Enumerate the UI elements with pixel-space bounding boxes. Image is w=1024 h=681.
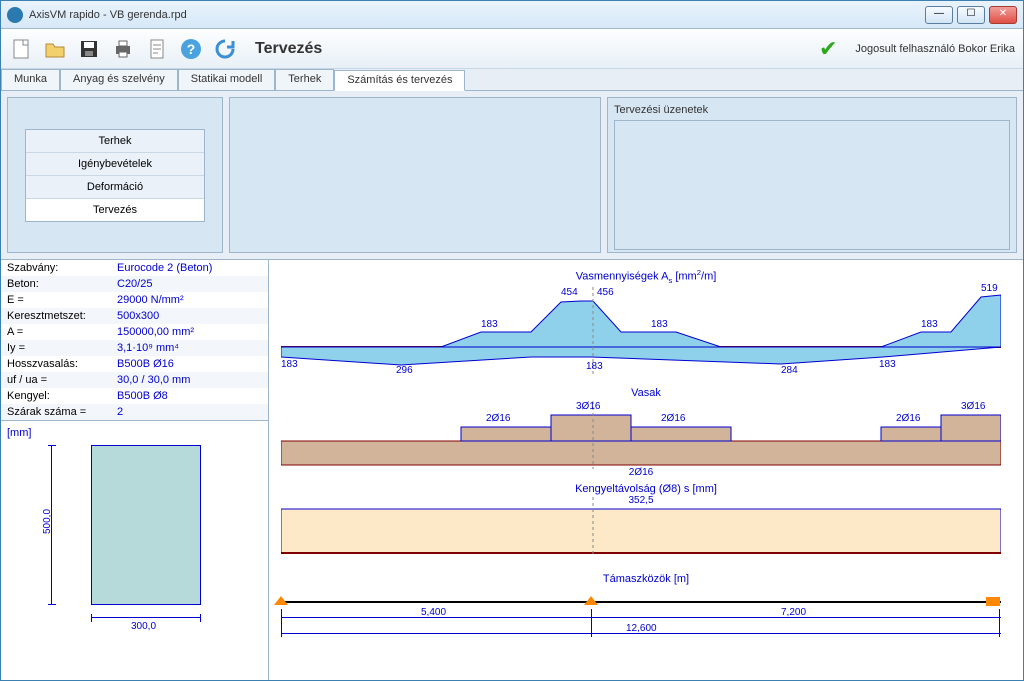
- chart2-title: Vasak: [281, 387, 1011, 399]
- app-window: AxisVM rapido - VB gerenda.rpd — ☐ ✕ ? T…: [0, 0, 1024, 681]
- chart3-title: Kengyeltávolság (Ø8) s [mm]: [281, 483, 1011, 495]
- svg-text:?: ?: [187, 41, 196, 57]
- chart3-svg: [281, 497, 1001, 557]
- user-label: Jogosult felhasználó Bokor Erika: [855, 43, 1015, 55]
- results-area: Vasmennyiségek As [mm2/m] 183 454 456 18…: [269, 260, 1023, 680]
- messages-title: Tervezési üzenetek: [614, 104, 1010, 116]
- cross-section-view: [mm] 500,0 300,0: [1, 420, 268, 680]
- help-icon[interactable]: ?: [179, 37, 203, 61]
- tab-terhek[interactable]: Terhek: [275, 69, 334, 90]
- save-icon[interactable]: [77, 37, 101, 61]
- upper-panels: Terhek Igénybevételek Deformáció Tervezé…: [1, 91, 1023, 259]
- tab-anyag[interactable]: Anyag és szelvény: [60, 69, 178, 90]
- titlebar: AxisVM rapido - VB gerenda.rpd — ☐ ✕: [1, 1, 1023, 29]
- chart2-svg: [281, 401, 1001, 469]
- nav-panel: Terhek Igénybevételek Deformáció Tervezé…: [7, 97, 223, 253]
- properties-table: Szabvány:Eurocode 2 (Beton) Beton:C20/25…: [1, 260, 268, 420]
- lower-area: Szabvány:Eurocode 2 (Beton) Beton:C20/25…: [1, 259, 1023, 680]
- chart-reinforcement-area: 183 454 456 183 183 519 183 296 183 284 …: [281, 287, 1001, 377]
- properties-column: Szabvány:Eurocode 2 (Beton) Beton:C20/25…: [1, 260, 269, 680]
- status-ok-icon: ✔: [819, 36, 837, 62]
- mid-panel: [229, 97, 601, 253]
- open-icon[interactable]: [43, 37, 67, 61]
- minimize-button[interactable]: —: [925, 6, 953, 24]
- report-icon[interactable]: [145, 37, 169, 61]
- refresh-icon[interactable]: [213, 37, 237, 61]
- app-icon: [7, 7, 23, 23]
- page-heading: Tervezés: [255, 40, 809, 58]
- chart4-title: Támaszközök [m]: [281, 573, 1011, 585]
- nav-terhek[interactable]: Terhek: [26, 130, 204, 153]
- nav-tervezes[interactable]: Tervezés: [26, 199, 204, 221]
- dim-height: 500,0: [42, 509, 53, 534]
- chart1-title: Vasmennyiségek As [mm2/m]: [281, 268, 1011, 285]
- nav-igenybevetelek[interactable]: Igénybevételek: [26, 153, 204, 176]
- chart-stirrup: 352,5: [281, 497, 1001, 557]
- toolbar: ? Tervezés ✔ Jogosult felhasználó Bokor …: [1, 29, 1023, 69]
- tab-statikai[interactable]: Statikai modell: [178, 69, 276, 90]
- print-icon[interactable]: [111, 37, 135, 61]
- main-tabs: Munka Anyag és szelvény Statikai modell …: [1, 69, 1023, 91]
- section-unit: [mm]: [7, 427, 31, 439]
- close-button[interactable]: ✕: [989, 6, 1017, 24]
- dim-width: 300,0: [131, 621, 156, 632]
- nav-deformacio[interactable]: Deformáció: [26, 176, 204, 199]
- window-title: AxisVM rapido - VB gerenda.rpd: [29, 9, 925, 21]
- section-rect: [91, 445, 201, 605]
- chart-rebar: 2Ø16 3Ø16 2Ø16 2Ø16 3Ø16 2Ø16: [281, 401, 1001, 469]
- tab-munka[interactable]: Munka: [1, 69, 60, 90]
- new-icon[interactable]: [9, 37, 33, 61]
- messages-box: [614, 120, 1010, 250]
- messages-panel: Tervezési üzenetek: [607, 97, 1017, 253]
- dim-horizontal: [91, 617, 201, 618]
- span-diagram: 5,400 7,200 12,600: [281, 587, 1001, 627]
- tab-szamitas[interactable]: Számítás és tervezés: [334, 70, 465, 91]
- maximize-button[interactable]: ☐: [957, 6, 985, 24]
